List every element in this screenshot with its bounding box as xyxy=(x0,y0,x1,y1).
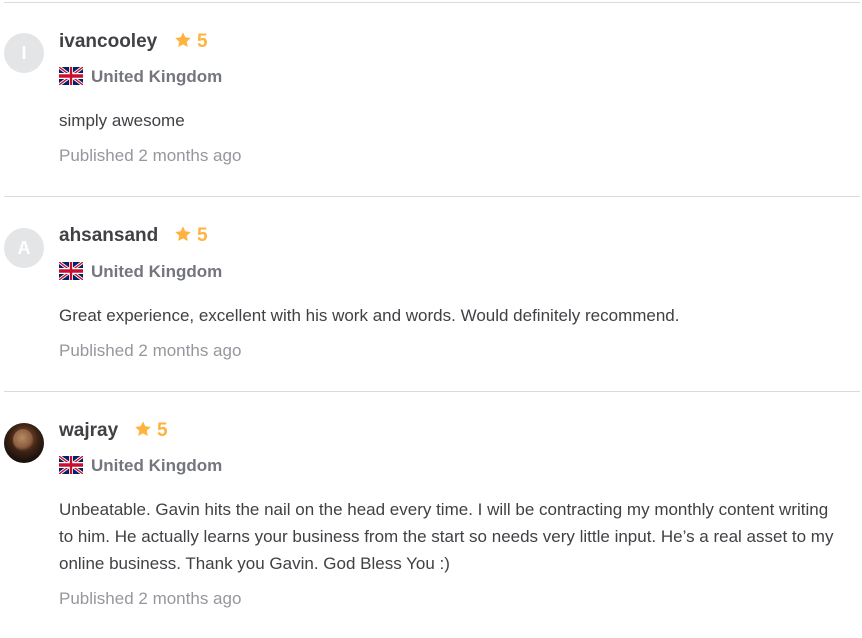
review-text: Unbeatable. Gavin hits the nail on the h… xyxy=(59,500,834,573)
country-name: United Kingdom xyxy=(91,262,223,281)
reviewer-country: United Kingdom xyxy=(59,262,222,282)
uk-flag-icon xyxy=(59,456,83,474)
avatar-initial: I xyxy=(21,43,27,63)
reviews-list: I ivancooley 5 United Kingdom simply awe… xyxy=(0,0,862,638)
divider xyxy=(4,2,860,3)
review-rating: 5 xyxy=(174,225,208,247)
review-text: Great experience, excellent with his wor… xyxy=(59,306,680,325)
country-name: United Kingdom xyxy=(91,456,223,475)
review-rating: 5 xyxy=(174,31,208,53)
divider xyxy=(4,391,860,392)
reviewer-country: United Kingdom xyxy=(59,67,222,87)
review-text: simply awesome xyxy=(59,111,185,130)
rating-value: 5 xyxy=(197,225,208,246)
review-rating: 5 xyxy=(134,420,168,442)
reviewer-username[interactable]: ahsansand xyxy=(59,225,158,247)
avatar[interactable]: I xyxy=(4,33,44,73)
divider xyxy=(4,196,860,197)
avatar-photo xyxy=(13,429,33,451)
rating-value: 5 xyxy=(197,31,208,52)
reviewer-username[interactable]: ivancooley xyxy=(59,31,157,53)
rating-value: 5 xyxy=(157,420,168,441)
star-icon xyxy=(175,226,191,242)
reviewer-username[interactable]: wajray xyxy=(59,420,118,442)
avatar[interactable]: A xyxy=(4,228,44,268)
star-icon xyxy=(175,32,191,48)
published-date: Published 2 months ago xyxy=(59,341,242,360)
reviewer-country: United Kingdom xyxy=(59,456,222,476)
uk-flag-icon xyxy=(59,67,83,85)
avatar-initial: A xyxy=(17,238,31,258)
avatar[interactable] xyxy=(4,423,44,463)
published-date: Published 2 months ago xyxy=(59,589,242,608)
country-name: United Kingdom xyxy=(91,67,223,86)
published-date: Published 2 months ago xyxy=(59,146,242,165)
uk-flag-icon xyxy=(59,262,83,280)
star-icon xyxy=(135,421,151,437)
